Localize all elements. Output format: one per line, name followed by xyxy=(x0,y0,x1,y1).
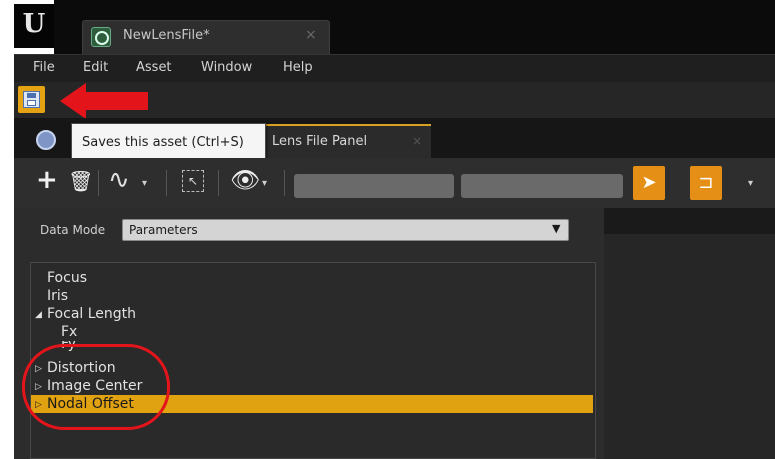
snap-dropdown-icon[interactable]: ▾ xyxy=(748,178,753,189)
menu-asset[interactable]: Asset xyxy=(136,60,172,75)
value-field-2[interactable] xyxy=(461,174,623,198)
panel-tab-label: Lens File Panel xyxy=(272,134,368,149)
tree-item-label: Focal Length xyxy=(47,306,137,322)
asset-tab[interactable]: NewLensFile* × xyxy=(82,20,330,55)
plus-icon[interactable]: + xyxy=(36,166,58,194)
cursor-icon[interactable]: ➤ xyxy=(633,166,665,200)
curve-icon[interactable]: ∿ xyxy=(108,166,130,194)
asset-tab-label: NewLensFile* xyxy=(123,28,210,43)
eye-icon[interactable]: 👁 xyxy=(230,166,260,194)
close-tab-icon[interactable]: × xyxy=(305,27,317,43)
red-circle-annotation xyxy=(22,344,170,430)
save-tooltip: Saves this asset (Ctrl+S) xyxy=(71,123,266,163)
save-icon xyxy=(23,91,40,108)
tree-item-label: Iris xyxy=(47,288,69,304)
red-arrow-annotation xyxy=(60,83,148,119)
expanded-arrow-icon[interactable]: ◢ xyxy=(35,306,42,324)
tree-item-iris[interactable]: Iris xyxy=(31,287,591,305)
data-mode-value: Parameters xyxy=(129,223,198,237)
curve-editor-area[interactable] xyxy=(604,208,775,459)
editor-window: U NewLensFile* × File Edit Asset Window … xyxy=(0,0,775,459)
toolbar-separator xyxy=(98,170,99,196)
tree-item-label: Fx xyxy=(61,324,78,340)
curve-editor-header xyxy=(604,208,775,234)
toolbar-separator xyxy=(166,170,167,196)
chevron-down-icon: ▼ xyxy=(552,222,561,235)
data-mode-label: Data Mode xyxy=(40,223,106,237)
tree-item-fx[interactable]: Fx xyxy=(31,323,591,341)
fit-view-icon[interactable]: ↖ xyxy=(182,170,204,192)
tree-item-label: Focus xyxy=(47,270,87,286)
menu-help[interactable]: Help xyxy=(283,60,313,75)
menu-bar: File Edit Asset Window Help xyxy=(14,54,775,83)
snap-icon[interactable]: ⊐ xyxy=(690,166,722,200)
tree-item-focal-length[interactable]: ◢ Focal Length xyxy=(31,305,591,323)
view-dropdown-icon[interactable]: ▾ xyxy=(262,178,267,189)
tree-item-focus[interactable]: Focus xyxy=(31,269,591,287)
menu-window[interactable]: Window xyxy=(201,60,252,75)
curve-dropdown-icon[interactable]: ▾ xyxy=(142,178,147,189)
lens-file-icon xyxy=(91,27,111,47)
world-icon[interactable] xyxy=(36,130,56,150)
data-mode-select[interactable]: Parameters ▼ xyxy=(122,219,569,241)
menu-file[interactable]: File xyxy=(33,60,55,75)
menu-edit[interactable]: Edit xyxy=(83,60,108,75)
close-panel-icon[interactable]: × xyxy=(412,134,422,148)
unreal-logo-icon[interactable]: U xyxy=(14,4,54,48)
curve-toolbar: + 🗑 ∿ ▾ ↖ 👁 ▾ ➤ ⊐ ▾ xyxy=(14,158,775,208)
value-field-1[interactable] xyxy=(294,174,454,198)
left-margin xyxy=(0,0,14,459)
toolbar-separator xyxy=(218,170,219,196)
toolbar-separator xyxy=(284,170,285,196)
tab-lens-file-panel[interactable]: Lens File Panel × xyxy=(262,124,431,158)
save-button[interactable] xyxy=(18,86,45,113)
trash-icon[interactable]: 🗑 xyxy=(68,170,93,192)
